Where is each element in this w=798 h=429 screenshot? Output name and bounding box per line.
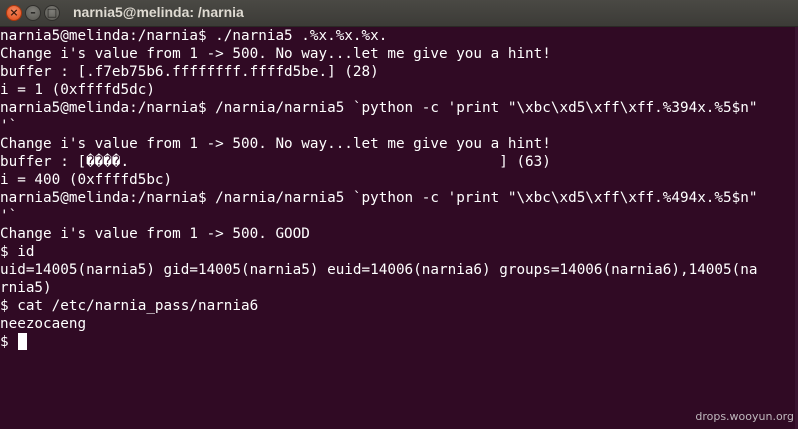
close-window-icon[interactable]: × xyxy=(6,5,22,21)
terminal-line: neezocaeng xyxy=(0,316,87,332)
terminal-line: narnia5@melinda:/narnia$ /narnia/narnia5… xyxy=(0,100,758,116)
text-cursor xyxy=(18,333,27,350)
terminal-line: $ cat /etc/narnia_pass/narnia6 xyxy=(0,298,259,314)
terminal-output[interactable]: narnia5@melinda:/narnia$ ./narnia5 .%x.%… xyxy=(0,27,798,429)
terminal-line: '` xyxy=(0,118,18,134)
window-title: narnia5@melinda: /narnia xyxy=(73,4,244,20)
maximize-window-icon[interactable]: □ xyxy=(44,5,60,21)
terminal-line: rnia5) xyxy=(0,280,52,296)
terminal-line: $ id xyxy=(0,244,35,260)
terminal-line: buffer : [.f7eb75b6.ffffffff.ffffd5be.] … xyxy=(0,64,379,80)
terminal-line: uid=14005(narnia5) gid=14005(narnia5) eu… xyxy=(0,262,758,278)
terminal-line: Change i's value from 1 -> 500. GOOD xyxy=(0,226,310,242)
terminal-line: Change i's value from 1 -> 500. No way..… xyxy=(0,136,551,152)
terminal-line: narnia5@melinda:/narnia$ ./narnia5 .%x.%… xyxy=(0,28,388,44)
terminal-line: narnia5@melinda:/narnia$ /narnia/narnia5… xyxy=(0,190,758,206)
watermark: drops.wooyun.org xyxy=(695,410,794,423)
terminal-line: i = 1 (0xffffd5dc) xyxy=(0,82,155,98)
minimize-window-icon[interactable]: – xyxy=(25,5,41,21)
terminal-prompt: $ xyxy=(0,334,18,350)
title-bar[interactable]: × – □ narnia5@melinda: /narnia xyxy=(0,0,798,27)
terminal-line: Change i's value from 1 -> 500. No way..… xyxy=(0,46,551,62)
terminal-line: buffer : [����. ] (63) xyxy=(0,154,551,170)
terminal-window: × – □ narnia5@melinda: /narnia narnia5@m… xyxy=(0,0,798,429)
terminal-line: '` xyxy=(0,208,18,224)
terminal-line: i = 400 (0xffffd5bc) xyxy=(0,172,173,188)
